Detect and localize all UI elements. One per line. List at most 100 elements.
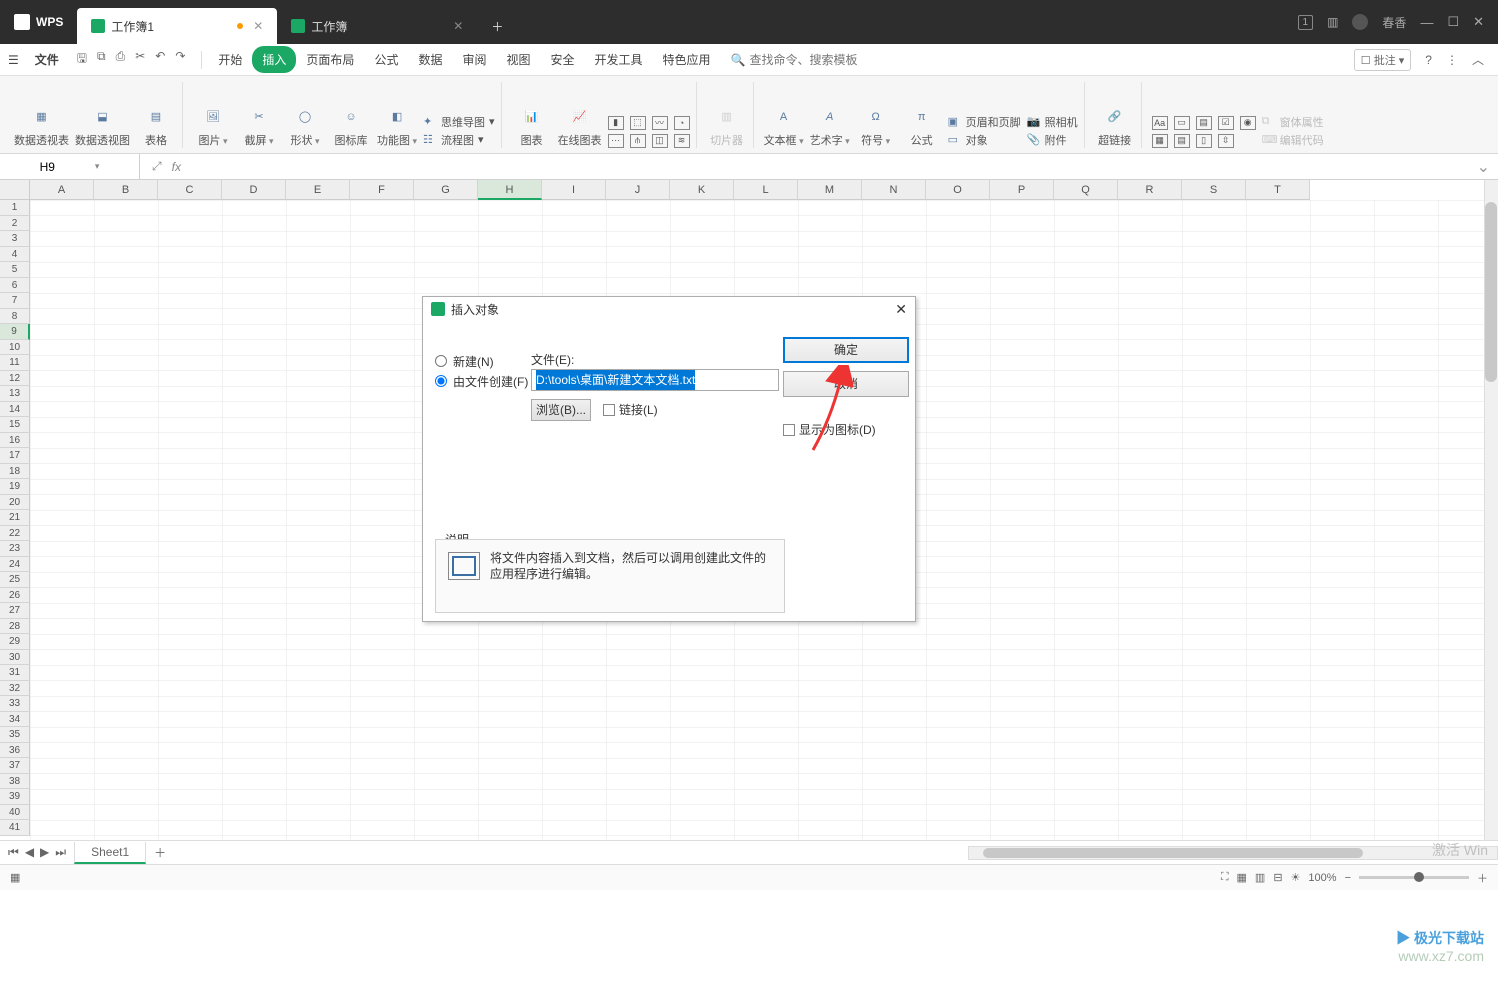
column-header[interactable]: N (862, 180, 926, 200)
page-break-icon[interactable]: ⊟ (1273, 871, 1282, 884)
textbox-button[interactable]: A文本框 (764, 104, 804, 148)
fx-icon[interactable]: fx (172, 160, 181, 174)
radio-new[interactable]: 新建(N) (435, 351, 528, 371)
row-header[interactable]: 36 (0, 743, 30, 759)
menu-developer[interactable]: 开发工具 (585, 46, 653, 73)
column-header[interactable]: K (670, 180, 734, 200)
row-header[interactable]: 18 (0, 464, 30, 480)
as-icon-checkbox[interactable]: 显示为图标(D) (783, 421, 876, 438)
formula-input[interactable] (193, 154, 1469, 179)
comments-button[interactable]: ☐ 批注 ▾ (1354, 49, 1412, 71)
row-header[interactable]: 28 (0, 619, 30, 635)
row-header[interactable]: 38 (0, 774, 30, 790)
row-header[interactable]: 2 (0, 216, 30, 232)
row-header[interactable]: 26 (0, 588, 30, 604)
mindmap-button[interactable]: ✦思维导图 ▾ (423, 114, 495, 130)
zoom-in-icon[interactable]: ＋ (1477, 870, 1488, 886)
pivot-chart-button[interactable]: ⬓数据透视图 (75, 104, 130, 148)
horizontal-scroll-thumb[interactable] (983, 848, 1363, 858)
menu-security[interactable]: 安全 (541, 46, 585, 73)
column-header[interactable]: M (798, 180, 862, 200)
column-header[interactable]: L (734, 180, 798, 200)
print-icon[interactable]: ⎙ (116, 49, 126, 70)
zoom-out-icon[interactable]: − (1345, 872, 1351, 884)
row-header[interactable]: 1 (0, 200, 30, 216)
search-input[interactable] (750, 53, 910, 67)
close-window-icon[interactable]: ✕ (1473, 14, 1484, 30)
ok-button[interactable]: 确定 (783, 337, 909, 363)
wordart-button[interactable]: A艺术字 (810, 104, 850, 148)
user-avatar-icon[interactable] (1352, 14, 1368, 30)
menu-insert[interactable]: 插入 (252, 46, 296, 73)
page-layout-icon[interactable]: ▥ (1255, 871, 1265, 884)
document-tab-active[interactable]: 工作簿1 ✕ (77, 8, 277, 44)
row-header[interactable]: 41 (0, 820, 30, 836)
maximize-icon[interactable]: ☐ (1447, 14, 1459, 30)
row-header[interactable]: 3 (0, 231, 30, 247)
menu-data[interactable]: 数据 (408, 46, 452, 73)
smartart-button[interactable]: ◧功能图 (377, 104, 417, 148)
column-header[interactable]: I (542, 180, 606, 200)
camera-button[interactable]: 📷照相机 (1027, 114, 1078, 130)
menu-home[interactable]: 开始 (208, 46, 252, 73)
row-header[interactable]: 30 (0, 650, 30, 666)
expand-formula-bar-icon[interactable]: ⌄ (1469, 157, 1498, 177)
column-header[interactable]: A (30, 180, 94, 200)
column-header[interactable]: Q (1054, 180, 1118, 200)
row-header[interactable]: 31 (0, 665, 30, 681)
sheet-tab[interactable]: Sheet1 (74, 842, 146, 864)
sheet-prev-icon[interactable]: ◀ (25, 845, 34, 860)
symbol-button[interactable]: Ω符号 (856, 104, 896, 148)
name-box[interactable]: H9▾ (0, 154, 140, 179)
user-name[interactable]: 春香 (1382, 14, 1406, 31)
skin-icon[interactable]: ▥ (1327, 15, 1338, 29)
chart-button[interactable]: 📊图表 (512, 104, 552, 148)
select-all-cell[interactable] (0, 180, 30, 200)
row-header[interactable]: 16 (0, 433, 30, 449)
fullscreen-icon[interactable]: ⛶ (1221, 871, 1229, 884)
table-button[interactable]: ▤表格 (136, 104, 176, 148)
row-header[interactable]: 9 (0, 324, 30, 340)
column-header[interactable]: S (1182, 180, 1246, 200)
row-header[interactable]: 12 (0, 371, 30, 387)
column-header[interactable]: G (414, 180, 478, 200)
expand-namebox-icon[interactable]: ⤢ (152, 159, 162, 174)
notification-badge[interactable]: 1 (1298, 15, 1314, 30)
attachment-button[interactable]: 📎附件 (1027, 132, 1078, 148)
cancel-button[interactable]: 取消 (783, 371, 909, 397)
new-tab-button[interactable]: ＋ (477, 8, 517, 44)
column-header[interactable]: O (926, 180, 990, 200)
column-header[interactable]: C (158, 180, 222, 200)
row-header[interactable]: 39 (0, 789, 30, 805)
row-header[interactable]: 13 (0, 386, 30, 402)
minimize-icon[interactable]: — (1420, 15, 1433, 30)
column-header[interactable]: F (350, 180, 414, 200)
browse-button[interactable]: 浏览(B)... (531, 399, 591, 421)
menu-view[interactable]: 视图 (496, 46, 540, 73)
row-header[interactable]: 4 (0, 247, 30, 263)
chart-gallery[interactable]: ▮⬚〰◔ ⋯⫛◫≋ (608, 116, 690, 148)
row-header[interactable]: 25 (0, 572, 30, 588)
equation-button[interactable]: π公式 (902, 104, 942, 148)
save-icon[interactable]: 🖫 (77, 49, 87, 70)
row-header[interactable]: 35 (0, 727, 30, 743)
row-header[interactable]: 14 (0, 402, 30, 418)
row-header[interactable]: 33 (0, 696, 30, 712)
row-header[interactable]: 40 (0, 805, 30, 821)
row-header[interactable]: 32 (0, 681, 30, 697)
sheet-last-icon[interactable]: ⏭ (55, 845, 66, 860)
menu-page-layout[interactable]: 页面布局 (296, 46, 364, 73)
column-header[interactable]: R (1118, 180, 1182, 200)
zoom-value[interactable]: 100% (1308, 872, 1336, 884)
row-header[interactable]: 22 (0, 526, 30, 542)
menu-review[interactable]: 审阅 (452, 46, 496, 73)
file-path-input[interactable]: D:\tools\桌面\新建文本文档.txt (531, 369, 779, 391)
undo-icon[interactable]: ↶ (155, 49, 165, 70)
ribbon-options-icon[interactable]: ⋮ (1446, 53, 1458, 67)
file-menu[interactable]: 文件 (27, 51, 67, 68)
close-tab-icon[interactable]: ✕ (253, 19, 263, 33)
screenshot-button[interactable]: ✂截屏 (239, 104, 279, 148)
shapes-button[interactable]: ◯形状 (285, 104, 325, 148)
row-header[interactable]: 29 (0, 634, 30, 650)
row-header[interactable]: 5 (0, 262, 30, 278)
